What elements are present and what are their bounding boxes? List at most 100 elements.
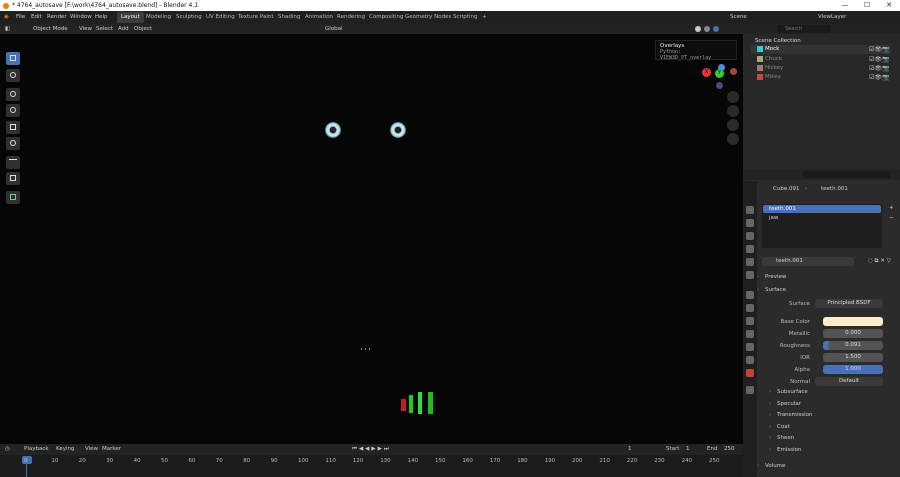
scene-selector[interactable]: Scene — [730, 11, 747, 24]
ior-field[interactable]: 1.500 — [823, 353, 883, 362]
gizmo-x-axis[interactable]: X — [702, 68, 711, 77]
tab-texture-paint[interactable]: Texture Paint — [234, 12, 278, 23]
scale-tool[interactable] — [6, 121, 20, 134]
physics-tab-icon[interactable] — [746, 330, 754, 338]
section-volume[interactable]: Volume › — [757, 463, 785, 469]
section-surface[interactable]: Surface › — [757, 287, 786, 293]
menu-select[interactable]: Select — [96, 24, 113, 34]
timeline-editor-icon[interactable]: ◷ — [5, 444, 10, 455]
tab-modeling[interactable]: Modeling — [142, 12, 175, 23]
render-tab-icon[interactable] — [746, 219, 754, 227]
menu-keying[interactable]: Keying — [56, 444, 74, 455]
modifier-tab-icon[interactable] — [746, 304, 754, 312]
gizmo-y-axis[interactable]: Y — [715, 69, 724, 78]
tab-shading[interactable]: Shading — [274, 12, 304, 23]
add-workspace-button[interactable]: + — [478, 12, 491, 23]
remove-slot-button[interactable]: − — [889, 215, 894, 221]
close-button[interactable]: ✕ — [878, 0, 900, 11]
menu-render[interactable]: Render — [47, 11, 67, 24]
gizmo-neg-z-axis[interactable] — [716, 82, 723, 89]
view-layer-tab-icon[interactable] — [746, 245, 754, 253]
object-tab-icon[interactable] — [746, 291, 754, 299]
end-frame[interactable]: 250 — [724, 444, 735, 455]
material-slot-active[interactable]: teeth.001 — [763, 205, 881, 213]
menu-playback[interactable]: Playback — [24, 444, 49, 455]
timeline[interactable]: 0 10 20 30 40 50 60 70 80 90 100 110 120 130 140 150 160… — [0, 455, 743, 477]
visibility-icon[interactable]: ☑👁📷 — [869, 46, 889, 53]
outliner-row-hickey[interactable]: Hickey ☑👁📷 — [751, 64, 891, 73]
select-box-tool[interactable] — [6, 52, 20, 65]
normal-field[interactable]: Default — [815, 377, 883, 386]
material-selector[interactable]: teeth.001 — [762, 257, 854, 266]
base-color-swatch[interactable] — [823, 317, 883, 326]
blender-menu-icon[interactable]: ◉ — [4, 11, 9, 24]
menu-view[interactable]: View — [79, 24, 92, 34]
tab-rendering[interactable]: Rendering — [333, 12, 369, 23]
tab-layout[interactable]: Layout — [117, 12, 144, 23]
visibility-icon[interactable]: ☑👁📷 — [869, 74, 889, 81]
tab-animation[interactable]: Animation — [301, 12, 337, 23]
menu-edit[interactable]: Edit — [31, 11, 42, 24]
visibility-icon[interactable]: ☑👁📷 — [869, 56, 889, 63]
zoom-icon[interactable] — [727, 91, 739, 103]
roughness-field[interactable]: 0.091 — [823, 341, 883, 350]
section-subsurface[interactable]: Subsurface › — [769, 389, 808, 395]
3d-viewport[interactable]: Overlays Python: VIEW3D_PT_overlay X Y — [0, 34, 743, 444]
outliner-search-input[interactable]: Search — [777, 25, 831, 33]
material-shading-icon[interactable] — [704, 26, 710, 32]
tool-tab-icon[interactable] — [746, 206, 754, 214]
section-transmission[interactable]: Transmission › — [769, 412, 813, 418]
maximize-button[interactable]: ☐ — [856, 0, 878, 11]
tab-geometry-nodes[interactable]: Geometry Nodes — [401, 12, 455, 23]
menu-add[interactable]: Add — [118, 24, 129, 34]
scene-collection[interactable]: Scene Collection — [755, 38, 801, 44]
annotate-tool[interactable] — [6, 156, 20, 169]
cursor-tool[interactable] — [6, 69, 20, 82]
minimize-button[interactable]: — — [834, 0, 856, 11]
material-slot-jaw[interactable]: jaw — [769, 215, 778, 221]
menu-timeline-view[interactable]: View — [85, 444, 98, 455]
texture-tab-icon[interactable] — [746, 386, 754, 394]
outliner-row-chuck[interactable]: Chuck ☑👁📷 — [751, 55, 891, 64]
transform-tool[interactable] — [6, 137, 20, 150]
outliner-row-mikey[interactable]: Mikey ☑👁📷 — [751, 73, 891, 82]
scene-tab-icon[interactable] — [746, 258, 754, 266]
section-coat[interactable]: Coat › — [769, 424, 790, 430]
measure-tool[interactable] — [6, 172, 20, 185]
camera-view-icon[interactable] — [727, 119, 739, 131]
section-sheen[interactable]: Sheen › — [769, 435, 794, 441]
alpha-field[interactable]: 1.000 — [823, 365, 883, 374]
menu-object[interactable]: Object — [134, 24, 152, 34]
metallic-field[interactable]: 0.000 — [823, 329, 883, 338]
tab-sculpting[interactable]: Sculpting — [172, 12, 206, 23]
section-emission[interactable]: Emission › — [769, 447, 801, 453]
menu-marker[interactable]: Marker — [102, 444, 121, 455]
editor-type-icon[interactable]: ◧ — [5, 24, 10, 34]
viewlayer-selector[interactable]: ViewLayer — [818, 11, 846, 24]
start-frame[interactable]: 1 — [686, 444, 690, 455]
add-slot-button[interactable]: + — [889, 205, 894, 211]
surface-shader-field[interactable]: Principled BSDF — [815, 299, 883, 308]
particles-tab-icon[interactable] — [746, 317, 754, 325]
tab-scripting[interactable]: Scripting — [449, 12, 481, 23]
pan-hand-icon[interactable] — [727, 105, 739, 117]
section-preview[interactable]: Preview › — [757, 274, 786, 280]
material-slot-list[interactable]: teeth.001 jaw — [762, 204, 882, 248]
material-tab-icon[interactable] — [746, 369, 754, 377]
mode-selector[interactable]: Object Mode — [33, 24, 68, 34]
solid-shading-icon[interactable] — [695, 26, 701, 32]
outliner-row-mock[interactable]: Mock ☑👁📷 — [751, 45, 891, 54]
menu-file[interactable]: File — [16, 11, 25, 24]
section-specular[interactable]: Specular › — [769, 401, 801, 407]
transform-orientation[interactable]: Global — [325, 24, 343, 34]
menu-help[interactable]: Help — [95, 11, 108, 24]
material-actions-icons[interactable]: ◌ ⧉ ✕ ▽ — [868, 258, 891, 265]
current-frame[interactable]: 1 — [628, 444, 632, 455]
output-tab-icon[interactable] — [746, 232, 754, 240]
menu-window[interactable]: Window — [70, 11, 92, 24]
playback-controls[interactable]: ⏮◀◀▶▶⏭ — [352, 444, 391, 455]
rotate-tool[interactable] — [6, 104, 20, 117]
add-cube-tool[interactable] — [6, 191, 20, 204]
constraints-tab-icon[interactable] — [746, 343, 754, 351]
world-tab-icon[interactable] — [746, 271, 754, 279]
